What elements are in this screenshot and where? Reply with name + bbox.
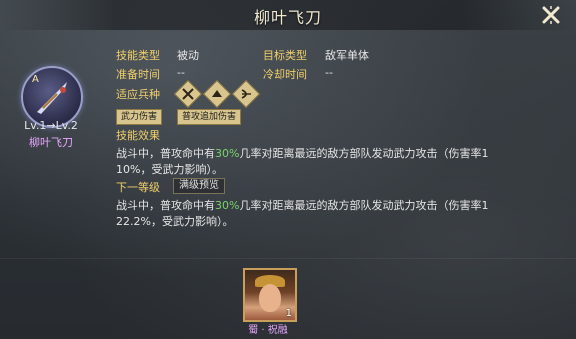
next-level-text: 战斗中，普攻命中有30%几率对距离最远的敌方部队发动武力攻击（伤害率1 22.2…	[116, 198, 506, 230]
hero-face	[259, 284, 281, 312]
effect-text: 战斗中，普攻命中有30%几率对距离最远的敌方部队发动武力攻击（伤害率1 10%，…	[116, 146, 506, 178]
skill-level: Lv.1→Lv.2	[24, 119, 78, 132]
skill-type-label: 技能类型	[116, 49, 160, 62]
next-text-part: 22.2%，受武力影响）。	[116, 215, 234, 228]
effect-text-part: 几率对距离最远的敌方部队发动武力攻击（伤害率1	[239, 147, 489, 160]
effect-label: 技能效果	[116, 129, 160, 142]
divider	[0, 258, 576, 259]
tag-extra-attack-damage: 普攻追加伤害	[177, 109, 242, 125]
prep-time-label: 准备时间	[116, 68, 160, 81]
skill-name: 柳叶飞刀	[29, 136, 73, 149]
max-level-preview-button[interactable]: 满级预览	[173, 178, 225, 194]
hero-name: 蜀 · 祝融	[248, 325, 288, 336]
target-type-label: 目标类型	[263, 49, 307, 62]
tag-force-damage: 武力伤害	[116, 109, 163, 125]
hero-portrait[interactable]: 1	[243, 268, 297, 322]
effect-text-part: 10%，受武力影响）。	[116, 163, 223, 176]
next-percent: 30%	[215, 199, 240, 212]
troops-label: 适应兵种	[116, 88, 160, 101]
skill-type-value: 被动	[177, 49, 199, 62]
prep-time-value: --	[177, 66, 185, 79]
next-level-label: 下一等级	[116, 181, 160, 194]
cooldown-label: 冷却时间	[263, 68, 307, 81]
cooldown-value: --	[325, 66, 333, 79]
target-type-value: 敌军单体	[325, 49, 369, 62]
page-title: 柳叶飞刀	[253, 8, 322, 27]
next-text-part: 战斗中，普攻命中有	[116, 199, 215, 212]
hero-count: 1	[285, 308, 292, 319]
next-text-part: 几率对距离最远的敌方部队发动武力攻击（伤害率1	[239, 199, 489, 212]
effect-text-part: 战斗中，普攻命中有	[116, 147, 215, 160]
grade-badge: A	[32, 74, 39, 85]
close-icon[interactable]	[540, 4, 562, 26]
effect-percent: 30%	[215, 147, 240, 160]
